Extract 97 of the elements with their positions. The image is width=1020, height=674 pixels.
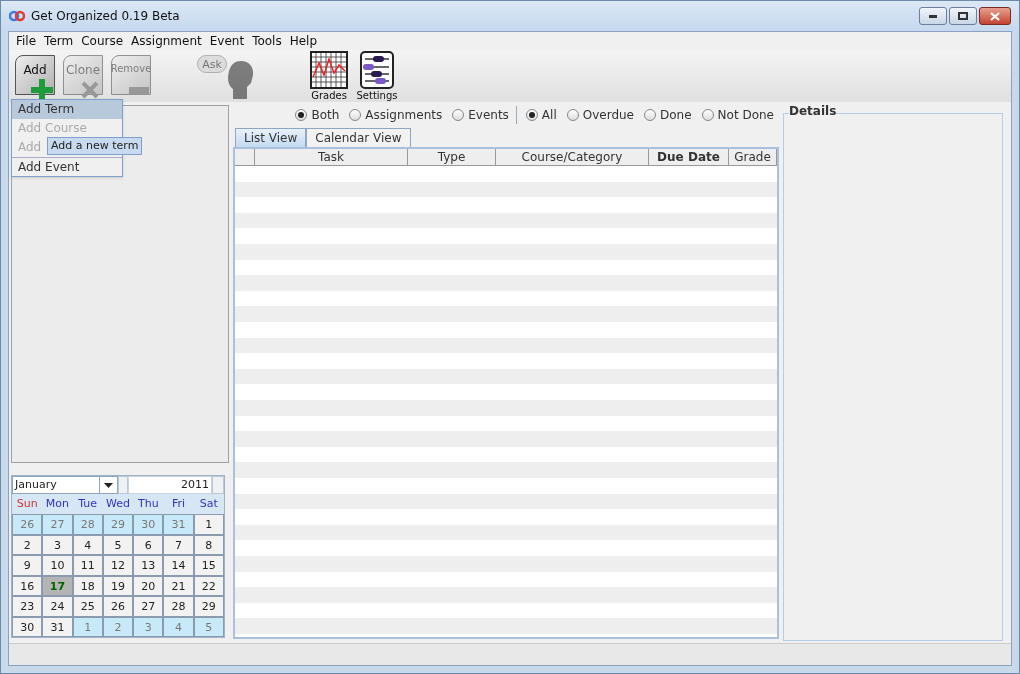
- menu-option[interactable]: Add Term: [12, 100, 122, 119]
- calendar-day[interactable]: 31: [163, 514, 194, 535]
- year-field[interactable]: 2011: [128, 476, 212, 494]
- menu-item[interactable]: Assignment: [128, 32, 205, 50]
- column-header[interactable]: Course/Category: [496, 149, 649, 165]
- radio-button[interactable]: [644, 109, 656, 121]
- calendar-day[interactable]: 26: [102, 596, 134, 617]
- calendar-day[interactable]: 30: [12, 616, 43, 637]
- calendar-day[interactable]: 13: [133, 555, 164, 576]
- calendar-day[interactable]: 29: [193, 596, 224, 617]
- spinner-button[interactable]: [118, 476, 128, 494]
- weekday-label: Thu: [136, 496, 160, 512]
- column-header[interactable]: Due Date: [649, 149, 729, 165]
- calendar-day[interactable]: 26: [12, 514, 43, 535]
- calendar-day[interactable]: 20: [133, 575, 164, 596]
- button-caption: Grades: [311, 91, 347, 101]
- radio-option[interactable]: All: [522, 106, 560, 124]
- calendar-day[interactable]: 31: [42, 616, 73, 637]
- calendar-day[interactable]: 28: [72, 514, 103, 535]
- radio-option[interactable]: Both: [292, 106, 343, 124]
- plus-icon: [31, 79, 53, 101]
- view-tab[interactable]: List View: [235, 128, 307, 147]
- calendar-day[interactable]: 11: [72, 555, 103, 576]
- calendar-day[interactable]: 14: [163, 555, 194, 576]
- weekday-label: Fri: [171, 496, 187, 512]
- radio-option[interactable]: Events: [449, 106, 512, 124]
- head-icon: [227, 61, 255, 99]
- weekday-label: Mon: [44, 496, 70, 512]
- calendar-day[interactable]: 29: [102, 514, 134, 535]
- minus-icon: [129, 87, 149, 95]
- tooltip: Add a new term: [47, 137, 143, 155]
- menu-item[interactable]: Term: [41, 32, 77, 50]
- toolbar-button[interactable]: Settings: [355, 51, 399, 101]
- menu-item[interactable]: Help: [286, 32, 321, 50]
- calendar-day[interactable]: 6: [133, 534, 164, 555]
- weekday-label: Sun: [15, 496, 39, 512]
- month-value: January: [13, 477, 58, 493]
- sliders-icon: [360, 51, 394, 89]
- calendar-day[interactable]: 3: [133, 616, 164, 637]
- calendar-day[interactable]: 28: [163, 596, 194, 617]
- calendar-day[interactable]: 15: [193, 555, 224, 576]
- menu-item[interactable]: Course: [78, 32, 127, 50]
- menu-item[interactable]: File: [13, 32, 40, 50]
- menu-item[interactable]: Tools: [249, 32, 285, 50]
- spinner-button[interactable]: [212, 476, 224, 494]
- calendar-day[interactable]: 1: [193, 514, 224, 535]
- view-tab[interactable]: Calendar View: [306, 128, 411, 147]
- window-title: Get Organized 0.19 Beta: [31, 8, 180, 25]
- close-button[interactable]: [979, 7, 1011, 25]
- calendar-day[interactable]: 4: [163, 616, 194, 637]
- column-header[interactable]: Grade: [729, 149, 777, 165]
- close-icon: [990, 11, 1000, 21]
- calendar-day[interactable]: 27: [42, 514, 73, 535]
- calendar-day[interactable]: 10: [42, 555, 73, 576]
- radio-option[interactable]: Overdue: [563, 106, 637, 124]
- radio-button[interactable]: [349, 109, 362, 121]
- calendar-day[interactable]: 2: [12, 534, 43, 555]
- calendar-day[interactable]: 30: [133, 514, 164, 535]
- calendar-day[interactable]: 17: [42, 575, 73, 596]
- calendar-day[interactable]: 9: [12, 555, 43, 576]
- calendar-day[interactable]: 12: [102, 555, 134, 576]
- weekday-label: Tue: [77, 496, 99, 512]
- month-dropdown[interactable]: January: [12, 476, 118, 494]
- column-header[interactable]: Type: [408, 149, 496, 165]
- weekday-label: Wed: [105, 496, 131, 512]
- calendar-day[interactable]: 3: [42, 534, 73, 555]
- column-header[interactable]: Task: [255, 149, 408, 165]
- calendar-day[interactable]: 25: [72, 596, 103, 617]
- calendar-day[interactable]: 16: [12, 575, 43, 596]
- minimize-button[interactable]: [919, 7, 947, 25]
- radio-option[interactable]: Assignments: [346, 106, 446, 124]
- radio-option[interactable]: Done: [641, 106, 695, 124]
- cross-icon: [81, 81, 99, 99]
- menu-option[interactable]: Add Event: [12, 157, 122, 176]
- menu-item[interactable]: Event: [206, 32, 248, 50]
- button-label: Clone: [65, 64, 100, 76]
- dropdown-arrow-icon: [104, 482, 113, 488]
- radio-button[interactable]: [295, 109, 308, 121]
- button-caption: Settings: [356, 91, 398, 101]
- details-title: Details: [789, 105, 837, 117]
- radio-button[interactable]: [525, 109, 538, 121]
- calendar-day[interactable]: 7: [163, 534, 194, 555]
- radio-button[interactable]: [701, 109, 714, 121]
- radio-option[interactable]: Not Done: [698, 106, 777, 124]
- radio-button[interactable]: [452, 109, 465, 121]
- calendar-day[interactable]: 27: [133, 596, 164, 617]
- calendar-day[interactable]: 21: [163, 575, 194, 596]
- chart-icon: [310, 51, 348, 89]
- button-label: Ask: [202, 58, 222, 70]
- app-logo-icon: [9, 10, 25, 22]
- radio-button[interactable]: [566, 109, 579, 121]
- maximize-button[interactable]: [949, 7, 977, 25]
- toolbar-button[interactable]: Grades: [307, 51, 351, 101]
- button-label: Add: [23, 64, 47, 76]
- calendar-day[interactable]: 23: [12, 596, 43, 617]
- weekday-label: Sat: [198, 496, 219, 512]
- calendar-day[interactable]: 24: [42, 596, 73, 617]
